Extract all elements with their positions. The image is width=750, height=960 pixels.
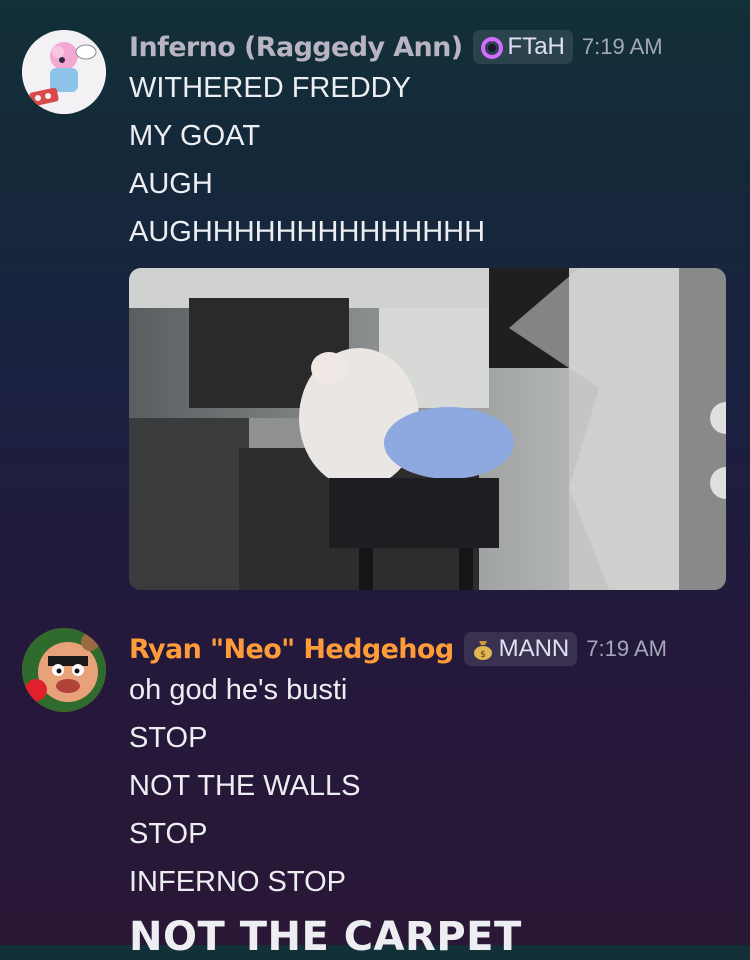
message-header: Inferno (Raggedy Ann) FTaH 7:19 AM bbox=[129, 28, 663, 66]
message-line: MY GOAT bbox=[129, 120, 261, 152]
money-bag-icon: $ bbox=[473, 641, 492, 660]
timestamp: 7:19 AM bbox=[581, 34, 663, 59]
pink-ring-icon bbox=[480, 37, 503, 59]
message-line: oh god he's busti bbox=[129, 674, 348, 706]
svg-text:$: $ bbox=[480, 650, 486, 660]
message-line: WITHERED FREDDY bbox=[129, 72, 411, 104]
timestamp: 7:19 AM bbox=[586, 636, 667, 661]
role-tag-label: MANN bbox=[498, 635, 570, 662]
avatar[interactable] bbox=[22, 30, 106, 114]
message-line: AUGHHHHHHHHHHHHHH bbox=[129, 216, 486, 248]
message-header: Ryan "Neo" Hedgehog $ MANN 7:19 AM bbox=[129, 630, 667, 668]
avatar-image bbox=[22, 628, 106, 712]
message-line: STOP bbox=[129, 722, 208, 754]
role-tag-label: FTaH bbox=[507, 33, 565, 60]
gif-attachment[interactable] bbox=[129, 268, 726, 590]
gif-image bbox=[129, 268, 726, 590]
username[interactable]: Inferno (Raggedy Ann) bbox=[129, 32, 463, 63]
message-line: INFERNO STOP bbox=[129, 866, 346, 898]
message-line: NOT THE WALLS bbox=[129, 770, 361, 802]
message-heading: NOT THE CARPET bbox=[129, 914, 522, 960]
role-tag[interactable]: $ MANN bbox=[463, 632, 578, 666]
message-line: AUGH bbox=[129, 168, 213, 200]
username[interactable]: Ryan "Neo" Hedgehog bbox=[129, 634, 454, 665]
avatar-image bbox=[22, 30, 106, 114]
avatar[interactable] bbox=[22, 628, 106, 712]
role-tag[interactable]: FTaH bbox=[472, 30, 573, 64]
message-line: STOP bbox=[129, 818, 208, 850]
